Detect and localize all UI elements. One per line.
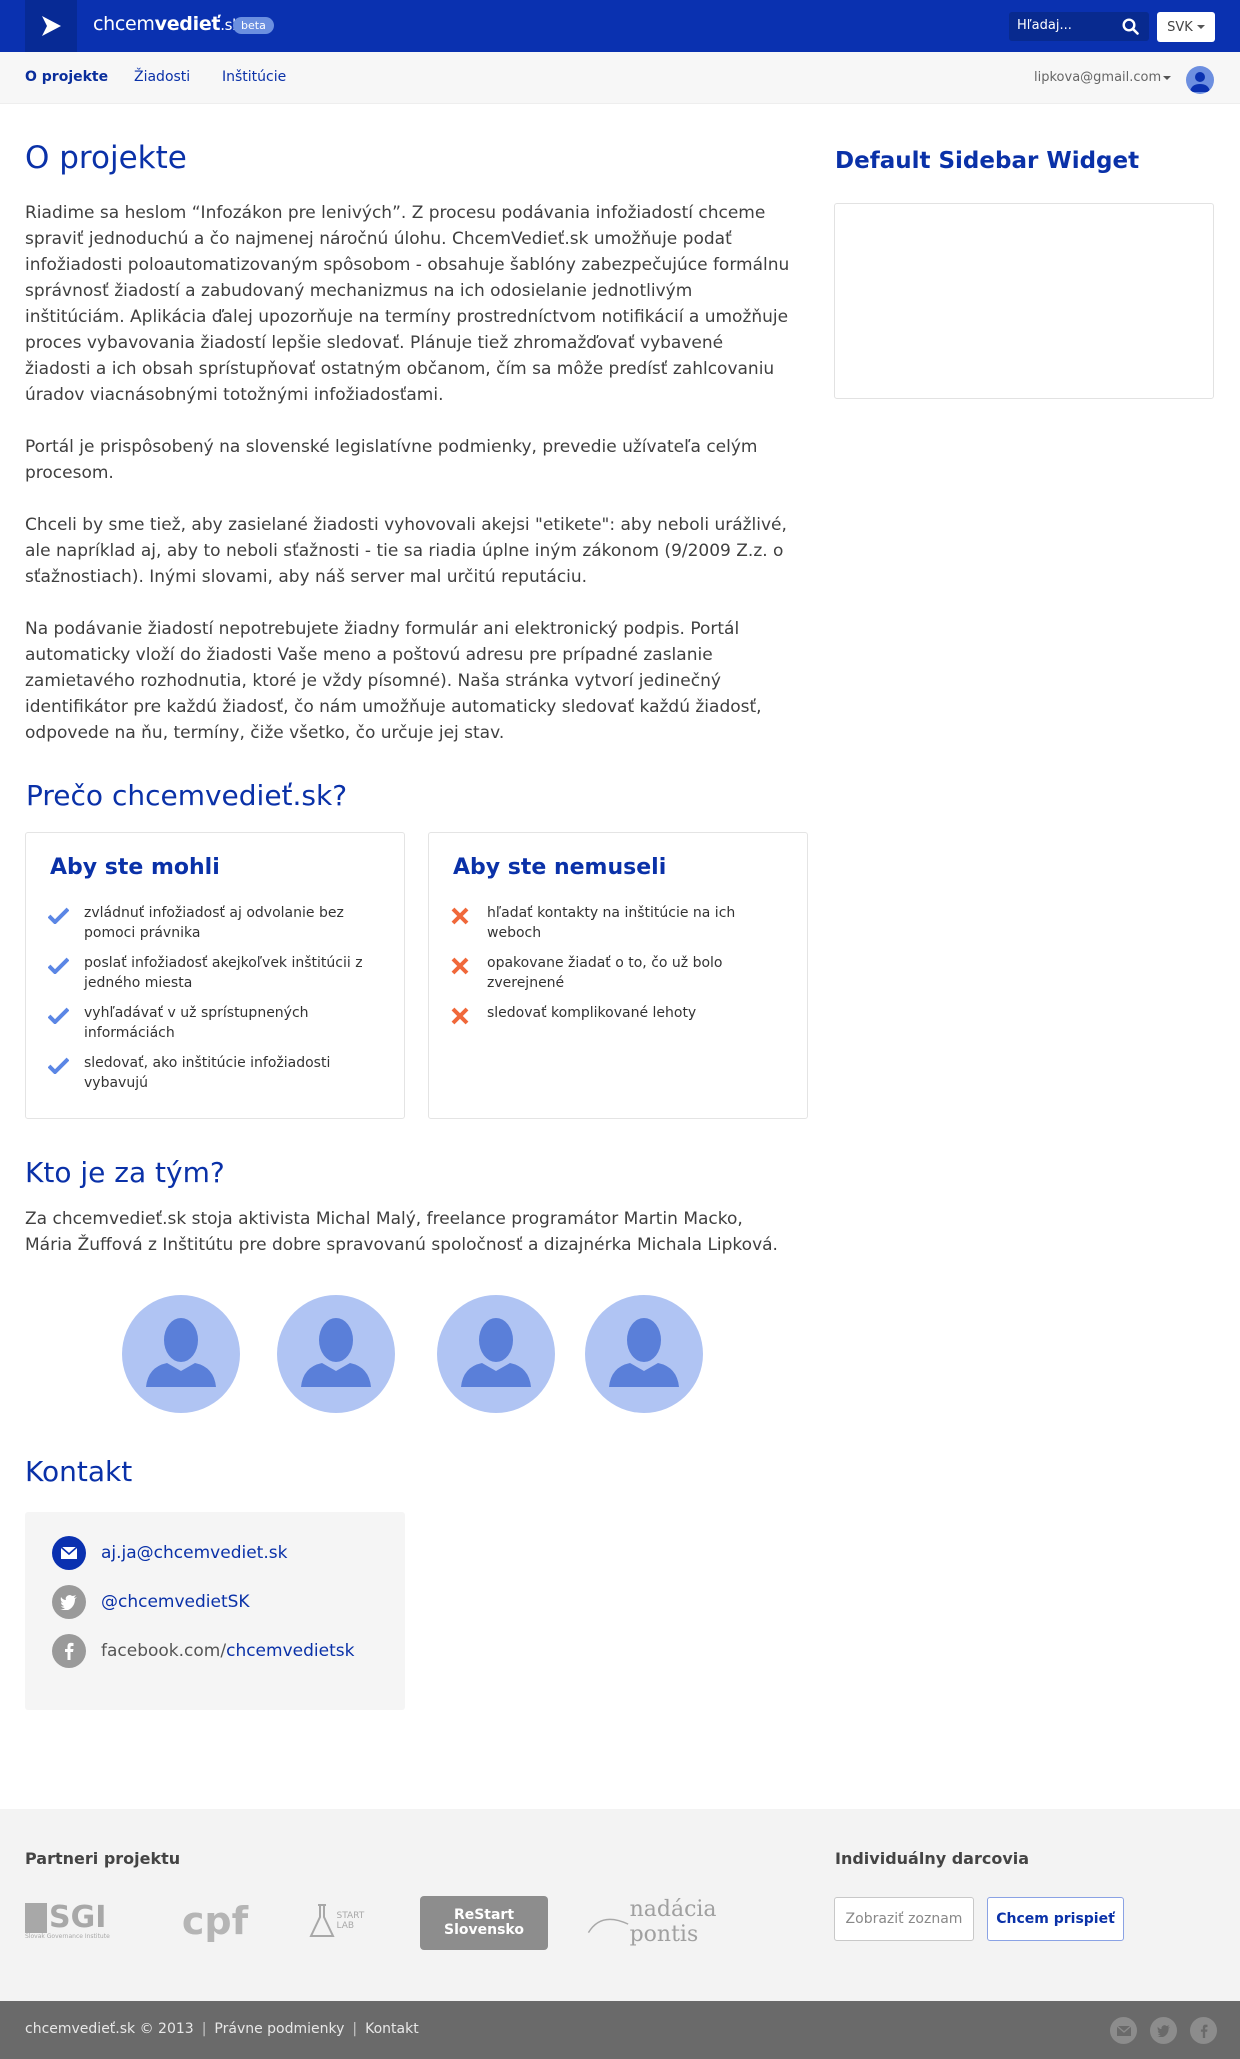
top-bar: chcemvedieť.sk beta SVK [0,0,1240,52]
team-avatar [122,1295,240,1413]
contact-twitter-row[interactable]: @chcemvedietSK [52,1585,250,1619]
footer-links: chcemvedieť.sk © 2013 | Právne podmienky | K… [25,2021,419,2037]
team-paragraph: Za chcemvedieť.sk stoja aktivista Michal… [25,1209,778,1255]
legal-link[interactable]: Právne podmienky [214,2021,344,2037]
contact-facebook-row[interactable]: facebook.com/chcemvedietsk [52,1634,354,1668]
partner-logo-restart[interactable]: ReStart Slovensko [420,1896,548,1950]
contact-facebook-text[interactable]: facebook.com/chcemvedietsk [101,1641,354,1661]
partners-title: Partneri projektu [25,1849,181,1868]
sidebar-widget [834,203,1214,399]
contact-email-row[interactable]: aj.ja@chcemvediet.sk [52,1536,287,1570]
partner-logo-sgi[interactable]: SGI Slovak Governance Institute [25,1897,120,1945]
can-card-title: Aby ste mohli [50,855,220,880]
legislation-paragraph: Portál je prispôsobený na slovenské legi… [25,437,758,483]
list-item: poslať infožiadosť akejkoľvek inštitúcii… [47,953,368,993]
partner-label: SGI [49,1899,107,1935]
list-item: hľadať kontakty na inštitúcie na ich web… [451,903,771,943]
cannot-card-title: Aby ste nemuseli [453,855,667,880]
facebook-icon[interactable] [1190,2017,1217,2044]
intro-paragraph: Riadime sa heslom “Infozákon pre lenivýc… [25,203,790,405]
sub-navigation: O projekte Žiadosti Inštitúcie lipkova@g… [0,52,1240,104]
logo-play-icon[interactable] [25,0,77,52]
contact-twitter-link[interactable]: @chcemvedietSK [101,1592,250,1612]
language-select[interactable]: SVK [1157,12,1215,42]
list-item: sledovať, ako inštitúcie infožiadosti vy… [47,1053,368,1093]
process-paragraph: Na podávanie žiadostí nepotrebujete žiad… [25,619,762,743]
cross-icon [451,957,469,981]
mail-icon[interactable] [1110,2017,1137,2044]
list-item: opakovane žiadať o to, čo už bolo zverej… [451,953,771,993]
twitter-icon[interactable] [1150,2017,1177,2044]
partner-logo-cpf[interactable]: cpf [175,1897,255,1945]
search-box[interactable] [1009,12,1149,41]
cross-icon [451,1007,469,1031]
nav-item-institucie[interactable]: Inštitúcie [222,69,286,85]
etiquette-paragraph: Chceli by sme tiež, aby zasielané žiados… [25,515,787,587]
contact-link[interactable]: Kontakt [365,2021,419,2037]
list-item: zvládnuť infožiadosť aj odvolanie bez po… [47,903,368,943]
user-icon[interactable] [1186,66,1214,94]
sidebar-widget-title: Default Sidebar Widget [835,148,1140,174]
why-heading: Prečo chcemvedieť.sk? [26,779,348,812]
mail-icon [52,1536,86,1570]
search-input[interactable] [1017,18,1117,33]
nav-item-ziadosti[interactable]: Žiadosti [134,69,190,85]
list-item: vyhľadávať v už sprístupnených informáci… [47,1003,368,1043]
contact-facebook-link[interactable]: chcemvedietsk [226,1641,354,1661]
copyright-text: chcemvedieť.sk © 2013 [25,2021,194,2037]
team-avatar [437,1295,555,1413]
partner-logo-pontis[interactable]: nadácia pontis [587,1897,745,1947]
team-avatar [277,1295,395,1413]
search-icon[interactable] [1122,18,1139,39]
brand-logo[interactable]: chcemvedieť.sk [93,13,241,35]
cross-icon [451,907,469,931]
team-heading: Kto je za tým? [25,1156,225,1189]
language-label: SVK [1167,19,1193,35]
footer-bottom: chcemvedieť.sk © 2013 | Právne podmienky | K… [0,2001,1240,2059]
chevron-down-icon[interactable] [1163,76,1171,80]
separator: | [201,2021,207,2037]
nav-item-o-projekte[interactable]: O projekte [25,69,108,85]
show-donors-button[interactable]: Zobraziť zoznam [834,1897,974,1941]
partner-sublabel: Slovak Governance Institute [25,1932,110,1940]
beta-badge: beta [233,17,274,34]
check-icon [47,1007,70,1030]
contact-email-link[interactable]: aj.ja@chcemvediet.sk [101,1543,287,1563]
donors-title: Individuálny darcovia [835,1849,1030,1868]
twitter-icon [52,1585,86,1619]
partner-label: START LAB [336,1911,365,1931]
partner-logo-start-lab[interactable]: START LAB [305,1893,370,1949]
check-icon [47,907,70,930]
partner-label: nadácia pontis [629,1897,717,1947]
contribute-button[interactable]: Chcem prispieť [987,1897,1124,1941]
check-icon [47,1057,70,1080]
contact-box: aj.ja@chcemvediet.sk @chcemvedietSK face… [25,1512,405,1710]
contact-heading: Kontakt [25,1455,133,1488]
list-item: sledovať komplikované lehoty [451,1003,771,1025]
can-card: Aby ste mohli zvládnuť infožiadosť aj od… [25,832,405,1119]
separator: | [352,2021,358,2037]
chevron-down-icon [1196,25,1205,29]
cannot-card: Aby ste nemuseli hľadať kontakty na inšt… [428,832,808,1119]
page-title: O projekte [25,140,187,176]
team-avatar [585,1295,703,1413]
user-email[interactable]: lipkova@gmail.com [1034,70,1161,85]
facebook-icon [52,1634,86,1668]
check-icon [47,957,70,980]
